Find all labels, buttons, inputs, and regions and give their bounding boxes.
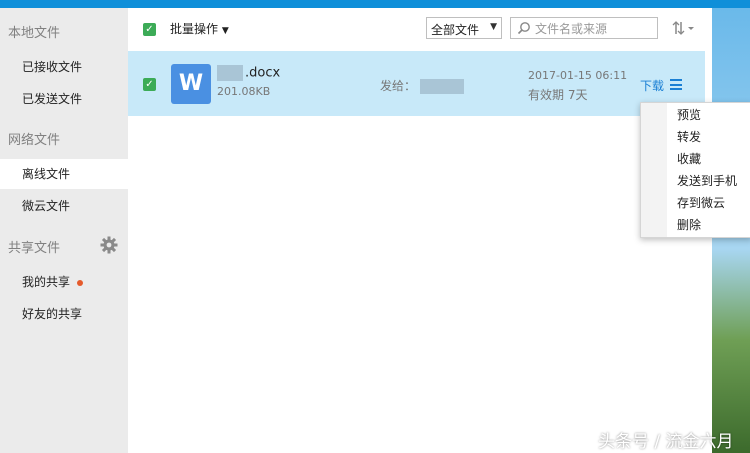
file-type-value: 全部文件 bbox=[431, 23, 480, 37]
file-row[interactable]: ✓ W .docx 201.08KB 发给： 2017-01-15 06:11 … bbox=[128, 51, 705, 116]
search-icon bbox=[517, 22, 530, 35]
file-extension: .docx bbox=[245, 65, 281, 81]
chevron-down-icon: ▼ bbox=[490, 22, 497, 32]
select-all-checkbox[interactable]: ✓ bbox=[143, 23, 156, 36]
sidebar-item-label: 已发送文件 bbox=[22, 92, 83, 106]
menu-item-preview[interactable]: 预览 bbox=[677, 104, 701, 126]
gear-icon[interactable] bbox=[100, 236, 118, 254]
send-to: 发给： bbox=[380, 77, 465, 94]
sidebar-item-label: 好友的共享 bbox=[22, 307, 83, 321]
menu-item-save-to-weiyun[interactable]: 存到微云 bbox=[677, 192, 725, 214]
sidebar: 本地文件 已接收文件 已发送文件 网络文件 离线文件 微云文件 共享文件 我的共… bbox=[0, 8, 128, 453]
sidebar-item-label: 离线文件 bbox=[22, 167, 71, 181]
chevron-down-icon: ▼ bbox=[221, 26, 229, 36]
sidebar-section-local: 本地文件 bbox=[8, 26, 61, 41]
menu-item-delete[interactable]: 删除 bbox=[677, 214, 701, 236]
menu-item-forward[interactable]: 转发 bbox=[677, 126, 701, 148]
watermark: 头条号 / 流金六月 bbox=[598, 432, 734, 452]
sidebar-item-friend-share[interactable]: 好友的共享 bbox=[0, 299, 128, 329]
wps-doc-icon: W bbox=[171, 64, 211, 104]
sidebar-item-offline[interactable]: 离线文件 bbox=[0, 159, 128, 189]
search-box bbox=[510, 17, 658, 39]
send-to-label: 发给： bbox=[380, 79, 417, 93]
search-input[interactable] bbox=[533, 20, 657, 38]
sidebar-item-label: 我的共享 bbox=[22, 275, 71, 289]
sidebar-section-network: 网络文件 bbox=[8, 133, 61, 148]
notification-dot bbox=[77, 280, 83, 286]
redacted-text bbox=[217, 65, 243, 81]
file-list-panel: ✓ 批量操作 ▼ 全部文件 ▼ ✓ W .docx 201.08KB 发给： 2… bbox=[128, 8, 712, 453]
redacted-recipient bbox=[420, 79, 465, 94]
download-link[interactable]: 下载 bbox=[640, 77, 664, 94]
sidebar-item-my-share[interactable]: 我的共享 bbox=[0, 267, 128, 297]
sidebar-item-weiyun[interactable]: 微云文件 bbox=[0, 191, 128, 221]
sidebar-item-label: 微云文件 bbox=[22, 199, 71, 213]
menu-item-favorite[interactable]: 收藏 bbox=[677, 148, 701, 170]
file-size: 201.08KB bbox=[217, 85, 271, 98]
batch-label: 批量操作 bbox=[170, 22, 219, 36]
menu-item-send-to-phone[interactable]: 发送到手机 bbox=[677, 170, 737, 192]
sidebar-item-sent[interactable]: 已发送文件 bbox=[0, 84, 128, 114]
expiry-text: 有效期 7天 bbox=[528, 88, 588, 102]
file-type-select[interactable]: 全部文件 ▼ bbox=[426, 17, 502, 39]
sort-icon[interactable] bbox=[672, 20, 696, 36]
send-date: 2017-01-15 06:11 bbox=[528, 69, 628, 82]
window-top-bar bbox=[0, 0, 750, 8]
file-name: .docx bbox=[217, 65, 280, 81]
batch-operations-dropdown[interactable]: 批量操作 ▼ bbox=[170, 20, 229, 37]
menu-gutter bbox=[641, 103, 667, 237]
row-checkbox[interactable]: ✓ bbox=[143, 78, 156, 91]
context-menu: 预览 转发 收藏 发送到手机 存到微云 删除 bbox=[640, 102, 750, 238]
sidebar-item-label: 已接收文件 bbox=[22, 60, 83, 74]
more-menu-icon[interactable] bbox=[670, 79, 682, 90]
sidebar-item-received[interactable]: 已接收文件 bbox=[0, 52, 128, 82]
sidebar-section-shared: 共享文件 bbox=[8, 241, 61, 256]
